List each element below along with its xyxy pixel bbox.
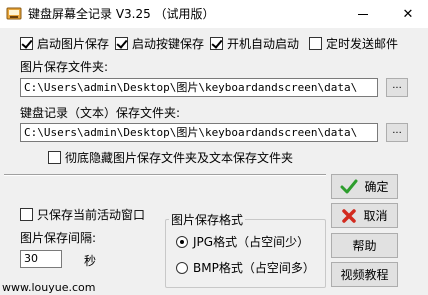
keylog-folder-label: 键盘记录（文本）保存文件夹: — [20, 106, 181, 120]
image-folder-browse-button[interactable]: ... — [386, 78, 408, 97]
bmp-format-label: BMP格式（占空间多） — [193, 261, 315, 275]
window-title: 键盘屏幕全记录 V3.25 （试用版） — [28, 7, 215, 21]
separator-line — [4, 174, 326, 176]
jpg-format-radio[interactable]: JPG格式（占空间少） — [176, 233, 309, 250]
hide-folders-label: 彻底隐藏图片保存文件夹及文本保存文件夹 — [65, 151, 294, 165]
bmp-format-radio[interactable]: BMP格式（占空间多） — [176, 259, 315, 276]
help-button[interactable]: 帮助 — [331, 233, 398, 258]
checkbox-box — [309, 37, 322, 50]
minimize-button[interactable] — [343, 0, 383, 28]
save-images-checkbox[interactable]: 启动图片保存 — [20, 35, 109, 52]
cancel-label: 取消 — [363, 209, 388, 223]
save-keys-label: 启动按键保存 — [132, 37, 205, 51]
save-images-label: 启动图片保存 — [37, 37, 110, 51]
checkmark-icon — [340, 179, 358, 195]
keylog-folder-input[interactable]: C:\Users\admin\Desktop\图片\keyboardandscr… — [20, 123, 378, 142]
hide-folders-checkbox[interactable]: 彻底隐藏图片保存文件夹及文本保存文件夹 — [48, 149, 293, 166]
radio-dot — [176, 235, 188, 248]
checkbox-box — [20, 37, 33, 50]
video-tutorial-button[interactable]: 视频教程 — [331, 262, 398, 287]
active-window-only-checkbox[interactable]: 只保存当前活动窗口 — [20, 206, 145, 223]
help-label: 帮助 — [352, 239, 377, 253]
website-link[interactable]: www.louyue.com — [2, 281, 95, 294]
close-button[interactable]: ✕ — [388, 0, 428, 28]
cancel-button[interactable]: 取消 — [331, 203, 398, 228]
save-keys-checkbox[interactable]: 启动按键保存 — [115, 35, 204, 52]
keylog-folder-browse-button[interactable]: ... — [386, 123, 408, 142]
autostart-checkbox[interactable]: 开机自动启动 — [210, 35, 299, 52]
interval-input[interactable]: 30 — [20, 250, 62, 268]
checkbox-box — [48, 151, 61, 164]
checkbox-box — [210, 37, 223, 50]
minimize-icon — [358, 13, 368, 15]
timed-email-label: 定时发送邮件 — [326, 37, 399, 51]
checkbox-box — [115, 37, 128, 50]
radio-dot — [176, 261, 188, 274]
x-mark-icon — [341, 208, 357, 224]
interval-label: 图片保存间隔: — [20, 231, 97, 245]
image-format-group-title: 图片保存格式 — [169, 211, 246, 228]
autostart-label: 开机自动启动 — [227, 37, 300, 51]
app-keyboard-icon — [6, 6, 22, 22]
video-tutorial-label: 视频教程 — [340, 268, 389, 282]
ok-button[interactable]: 确定 — [331, 174, 398, 199]
image-folder-label: 图片保存文件夹: — [20, 60, 109, 74]
ok-label: 确定 — [364, 180, 389, 194]
checkbox-box — [20, 208, 33, 221]
close-icon: ✕ — [402, 6, 414, 22]
jpg-format-label: JPG格式（占空间少） — [193, 235, 310, 249]
title-bar: 键盘屏幕全记录 V3.25 （试用版） ✕ — [0, 0, 428, 28]
interval-unit: 秒 — [84, 254, 97, 268]
image-folder-input[interactable]: C:\Users\admin\Desktop\图片\keyboardandscr… — [20, 78, 378, 97]
image-format-group — [165, 219, 326, 288]
settings-window: 键盘屏幕全记录 V3.25 （试用版） ✕ 启动图片保存 启动按键保存 开机自动… — [0, 0, 428, 295]
timed-email-checkbox[interactable]: 定时发送邮件 — [309, 35, 398, 52]
active-window-only-label: 只保存当前活动窗口 — [37, 208, 146, 222]
